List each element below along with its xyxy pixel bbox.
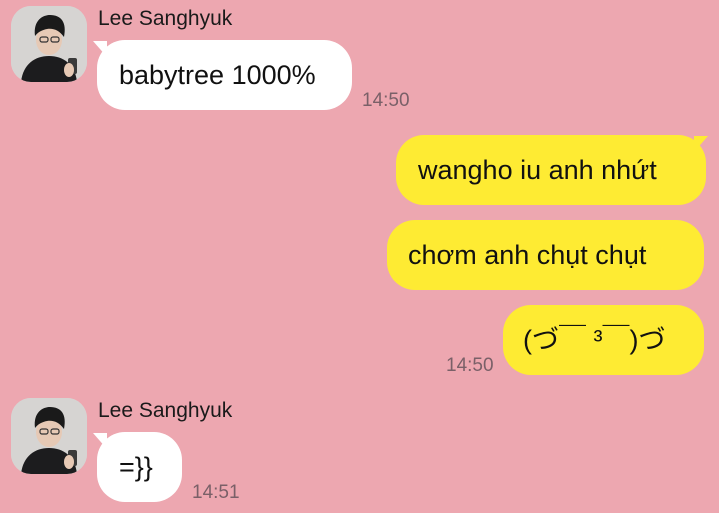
message-text: (づ￣ ³￣)づ <box>523 325 666 355</box>
sender-avatar-icon[interactable] <box>11 6 87 82</box>
message-timestamp: 14:50 <box>362 90 410 111</box>
message-timestamp: 14:50 <box>446 355 494 376</box>
message-text: chơm anh chụt chụt <box>408 240 647 270</box>
message-text: wangho iu anh nhứt <box>418 155 657 185</box>
message-bubble[interactable]: (づ￣ ³￣)づ <box>503 305 704 375</box>
sender-avatar-icon[interactable] <box>11 398 87 474</box>
sender-name: Lee Sanghyuk <box>98 399 233 422</box>
message-bubble[interactable]: babytree 1000% <box>97 40 352 110</box>
message-bubble[interactable]: =}} <box>97 432 182 502</box>
message-text: =}} <box>119 452 153 482</box>
message-bubble[interactable]: chơm anh chụt chụt <box>387 220 704 290</box>
message-bubble[interactable]: wangho iu anh nhứt <box>396 135 706 205</box>
message-timestamp: 14:51 <box>192 482 240 503</box>
chat-message-list[interactable]: Lee Sanghyuk babytree 1000% 14:50 wangho… <box>0 0 719 513</box>
sender-name: Lee Sanghyuk <box>98 7 233 30</box>
message-text: babytree 1000% <box>119 60 316 90</box>
